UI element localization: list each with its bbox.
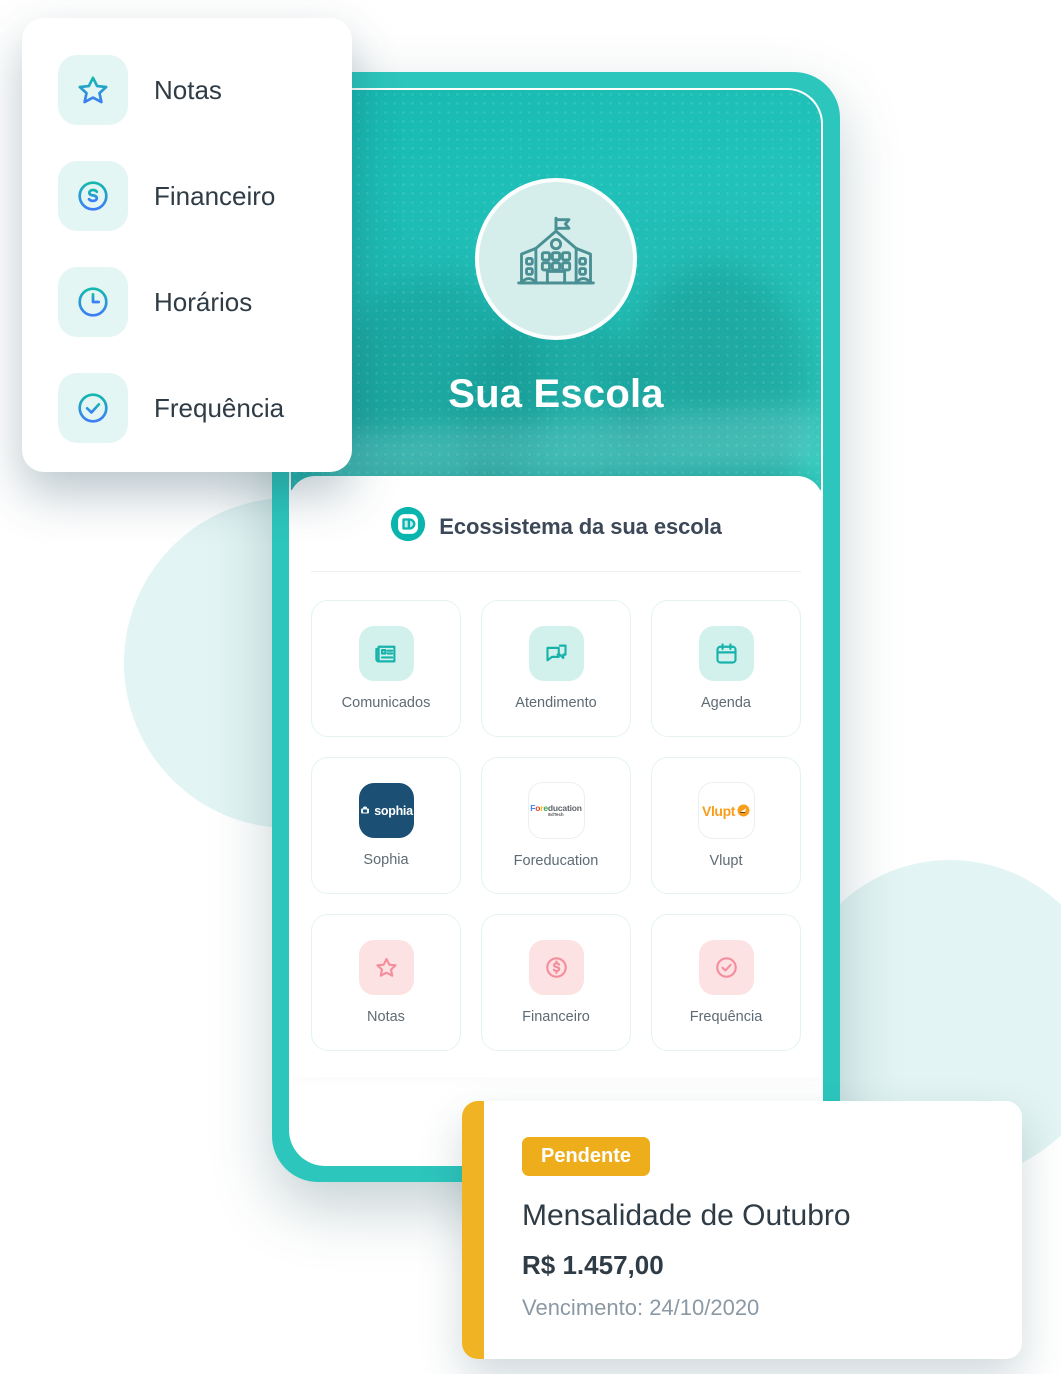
dollar-circle-icon <box>58 161 128 231</box>
app-tile-financeiro[interactable]: Financeiro <box>481 914 631 1051</box>
app-tile-foreducation[interactable]: Foreducation EdTech Foreducation <box>481 757 631 894</box>
app-tile-comunicados[interactable]: Comunicados <box>311 600 461 737</box>
payment-amount: R$ 1.457,00 <box>522 1250 664 1280</box>
menu-item-label: Financeiro <box>154 180 276 211</box>
app-tile-vlupt[interactable]: Vlupt Vlupt <box>651 757 801 894</box>
sophia-wordmark: sophia <box>374 803 413 818</box>
app-tile-label: Notas <box>367 1009 405 1025</box>
app-tile-label: Sophia <box>363 852 409 868</box>
app-tile-label: Comunicados <box>341 695 431 711</box>
payment-card[interactable]: Pendente Mensalidade de Outubro R$ 1.457… <box>462 1101 1022 1359</box>
payment-title: Mensalidade de Outubro <box>522 1199 851 1232</box>
app-tile-label: Financeiro <box>522 1009 590 1025</box>
page-root: Sua Escola Ecossistema da sua escola Com… <box>0 0 1061 1374</box>
app-tile-label: Agenda <box>701 695 751 711</box>
menu-item-horarios[interactable]: Horários <box>22 264 352 340</box>
app-tile-notas[interactable]: Notas <box>311 914 461 1051</box>
star-icon <box>358 940 414 995</box>
menu-item-label: Notas <box>154 74 222 105</box>
check-circle-icon <box>698 940 754 995</box>
check-circle-icon <box>58 373 128 443</box>
menu-item-label: Horários <box>154 286 253 317</box>
app-tile-agenda[interactable]: Agenda <box>651 600 801 737</box>
app-tile-label: Frequência <box>689 1009 763 1025</box>
calendar-icon <box>698 626 754 681</box>
app-tile-frequencia[interactable]: Frequência <box>651 914 801 1051</box>
payment-status-accent-bar <box>462 1101 484 1359</box>
school-logo-badge <box>475 178 637 340</box>
star-icon <box>58 55 128 125</box>
app-tile-label: Atendimento <box>515 695 597 711</box>
vlupt-logo: Vlupt <box>697 782 755 839</box>
app-tile-label: Foreducation <box>513 853 599 869</box>
school-building-icon <box>510 211 602 308</box>
newspaper-icon <box>358 626 414 681</box>
menu-item-frequencia[interactable]: Frequência <box>22 370 352 446</box>
chat-bubbles-icon <box>528 626 584 681</box>
app-tile-grid: Comunicados Atendimento Agenda sophia So… <box>291 572 821 1057</box>
ecosystem-header: Ecossistema da sua escola <box>291 476 821 571</box>
status-badge: Pendente <box>522 1137 651 1176</box>
dollar-circle-icon <box>528 940 584 995</box>
vlupt-wordmark: Vlupt <box>702 802 735 819</box>
menu-item-notas[interactable]: Notas <box>22 52 352 128</box>
menu-item-label: Frequência <box>154 392 285 423</box>
phone-screen: Sua Escola Ecossistema da sua escola Com… <box>289 88 823 1166</box>
app-tile-label: Vlupt <box>709 853 743 869</box>
school-hero-banner: Sua Escola <box>291 90 821 490</box>
menu-item-financeiro[interactable]: Financeiro <box>22 158 352 234</box>
school-name: Sua Escola <box>448 372 664 416</box>
foreducation-logo: Foreducation EdTech <box>527 782 585 839</box>
app-tile-atendimento[interactable]: Atendimento <box>481 600 631 737</box>
ecosystem-leaf-icon <box>390 506 426 547</box>
sophia-logo: sophia <box>358 783 414 838</box>
foreducation-subtitle: EdTech <box>548 812 564 818</box>
quick-menu-card: Notas Financeiro Horários Frequência <box>22 18 352 472</box>
ecosystem-title: Ecossistema da sua escola <box>439 513 722 539</box>
ecosystem-panel: Ecossistema da sua escola Comunicados At… <box>291 476 821 1077</box>
payment-due-date: Vencimento: 24/10/2020 <box>522 1295 760 1320</box>
app-tile-sophia[interactable]: sophia Sophia <box>311 757 461 894</box>
foreducation-word-rest: ducation <box>547 802 582 813</box>
clock-icon <box>58 267 128 337</box>
